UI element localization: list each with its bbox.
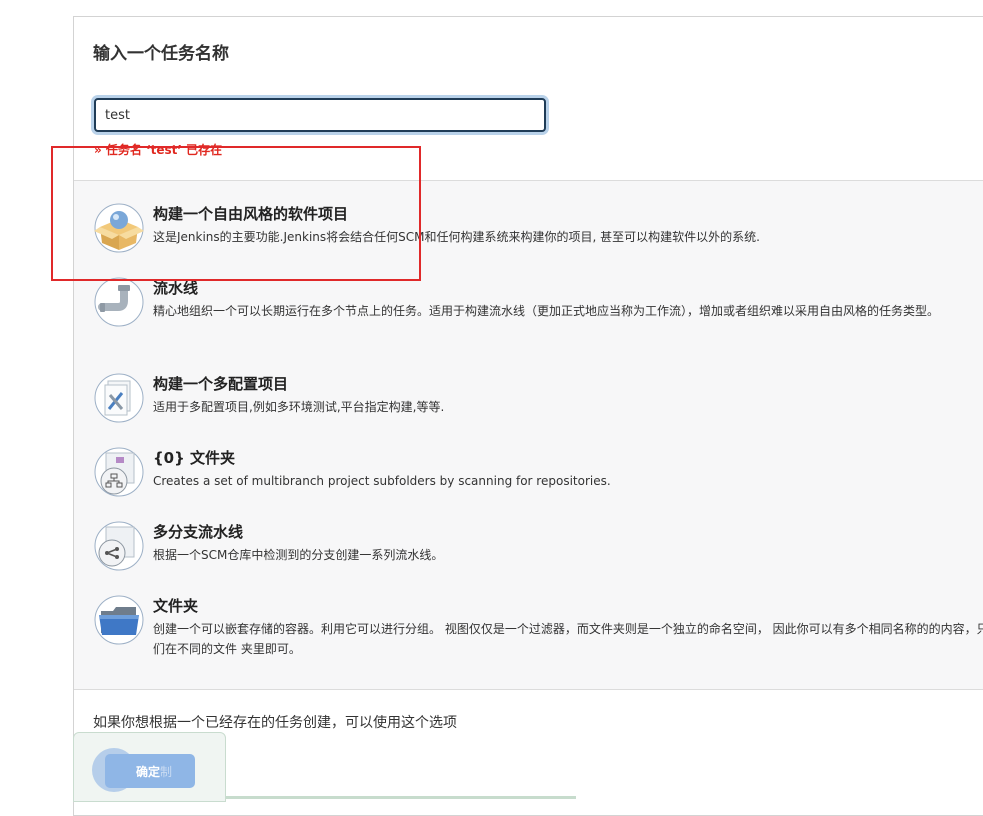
job-type-title: 构建一个多配置项目 xyxy=(153,375,289,393)
new-item-panel: 输入一个任务名称 » 任务名 ‘test’ 已存在 构建一个自由风格的软件项目 … xyxy=(73,16,983,816)
job-type-description: Creates a set of multibranch project sub… xyxy=(153,474,611,488)
multi-config-icon xyxy=(94,373,144,423)
job-type-description: 创建一个可以嵌套存储的容器。利用它可以进行分组。 视图仅仅是一个过滤器，而文件夹… xyxy=(153,622,983,656)
item-name-input[interactable] xyxy=(94,98,546,132)
org-folder-icon xyxy=(94,447,144,497)
job-type-title: {0} 文件夹 xyxy=(153,449,236,467)
job-type-title: 多分支流水线 xyxy=(153,523,244,541)
job-type-title: 文件夹 xyxy=(153,597,199,615)
job-type-org-folder[interactable]: {0} 文件夹 Creates a set of multibranch pro… xyxy=(74,447,983,497)
folder-icon xyxy=(94,595,144,645)
job-type-multibranch[interactable]: 多分支流水线 根据一个SCM仓库中检测到的分支创建一系列流水线。 xyxy=(74,521,983,571)
job-type-description: 精心地组织一个可以长期运行在多个节点上的任务。适用于构建流水线（更加正式地应当称… xyxy=(153,304,940,318)
page-title: 输入一个任务名称 xyxy=(93,44,229,64)
ok-button[interactable]: 确定制 xyxy=(105,754,195,788)
multibranch-icon xyxy=(94,521,144,571)
job-type-pipeline[interactable]: 流水线 精心地组织一个可以长期运行在多个节点上的任务。适用于构建流水线（更加正式… xyxy=(74,277,983,347)
annotation-highlight-box xyxy=(51,146,421,281)
copy-from-existing-label: 如果你想根据一个已经存在的任务创建，可以使用这个选项 xyxy=(93,715,457,731)
job-type-multi-config[interactable]: 构建一个多配置项目 适用于多配置项目,例如多环境测试,平台指定构建,等等. xyxy=(74,373,983,423)
job-type-folder[interactable]: 文件夹 创建一个可以嵌套存储的容器。利用它可以进行分组。 视图仅仅是一个过滤器，… xyxy=(74,595,983,665)
ok-button-ghost-text: 制 xyxy=(160,764,173,779)
ok-button-label: 确定 xyxy=(136,764,161,779)
job-type-description: 适用于多配置项目,例如多环境测试,平台指定构建,等等. xyxy=(153,400,445,414)
job-type-description: 根据一个SCM仓库中检测到的分支创建一系列流水线。 xyxy=(153,548,444,562)
pipeline-pipe-icon xyxy=(94,277,144,327)
